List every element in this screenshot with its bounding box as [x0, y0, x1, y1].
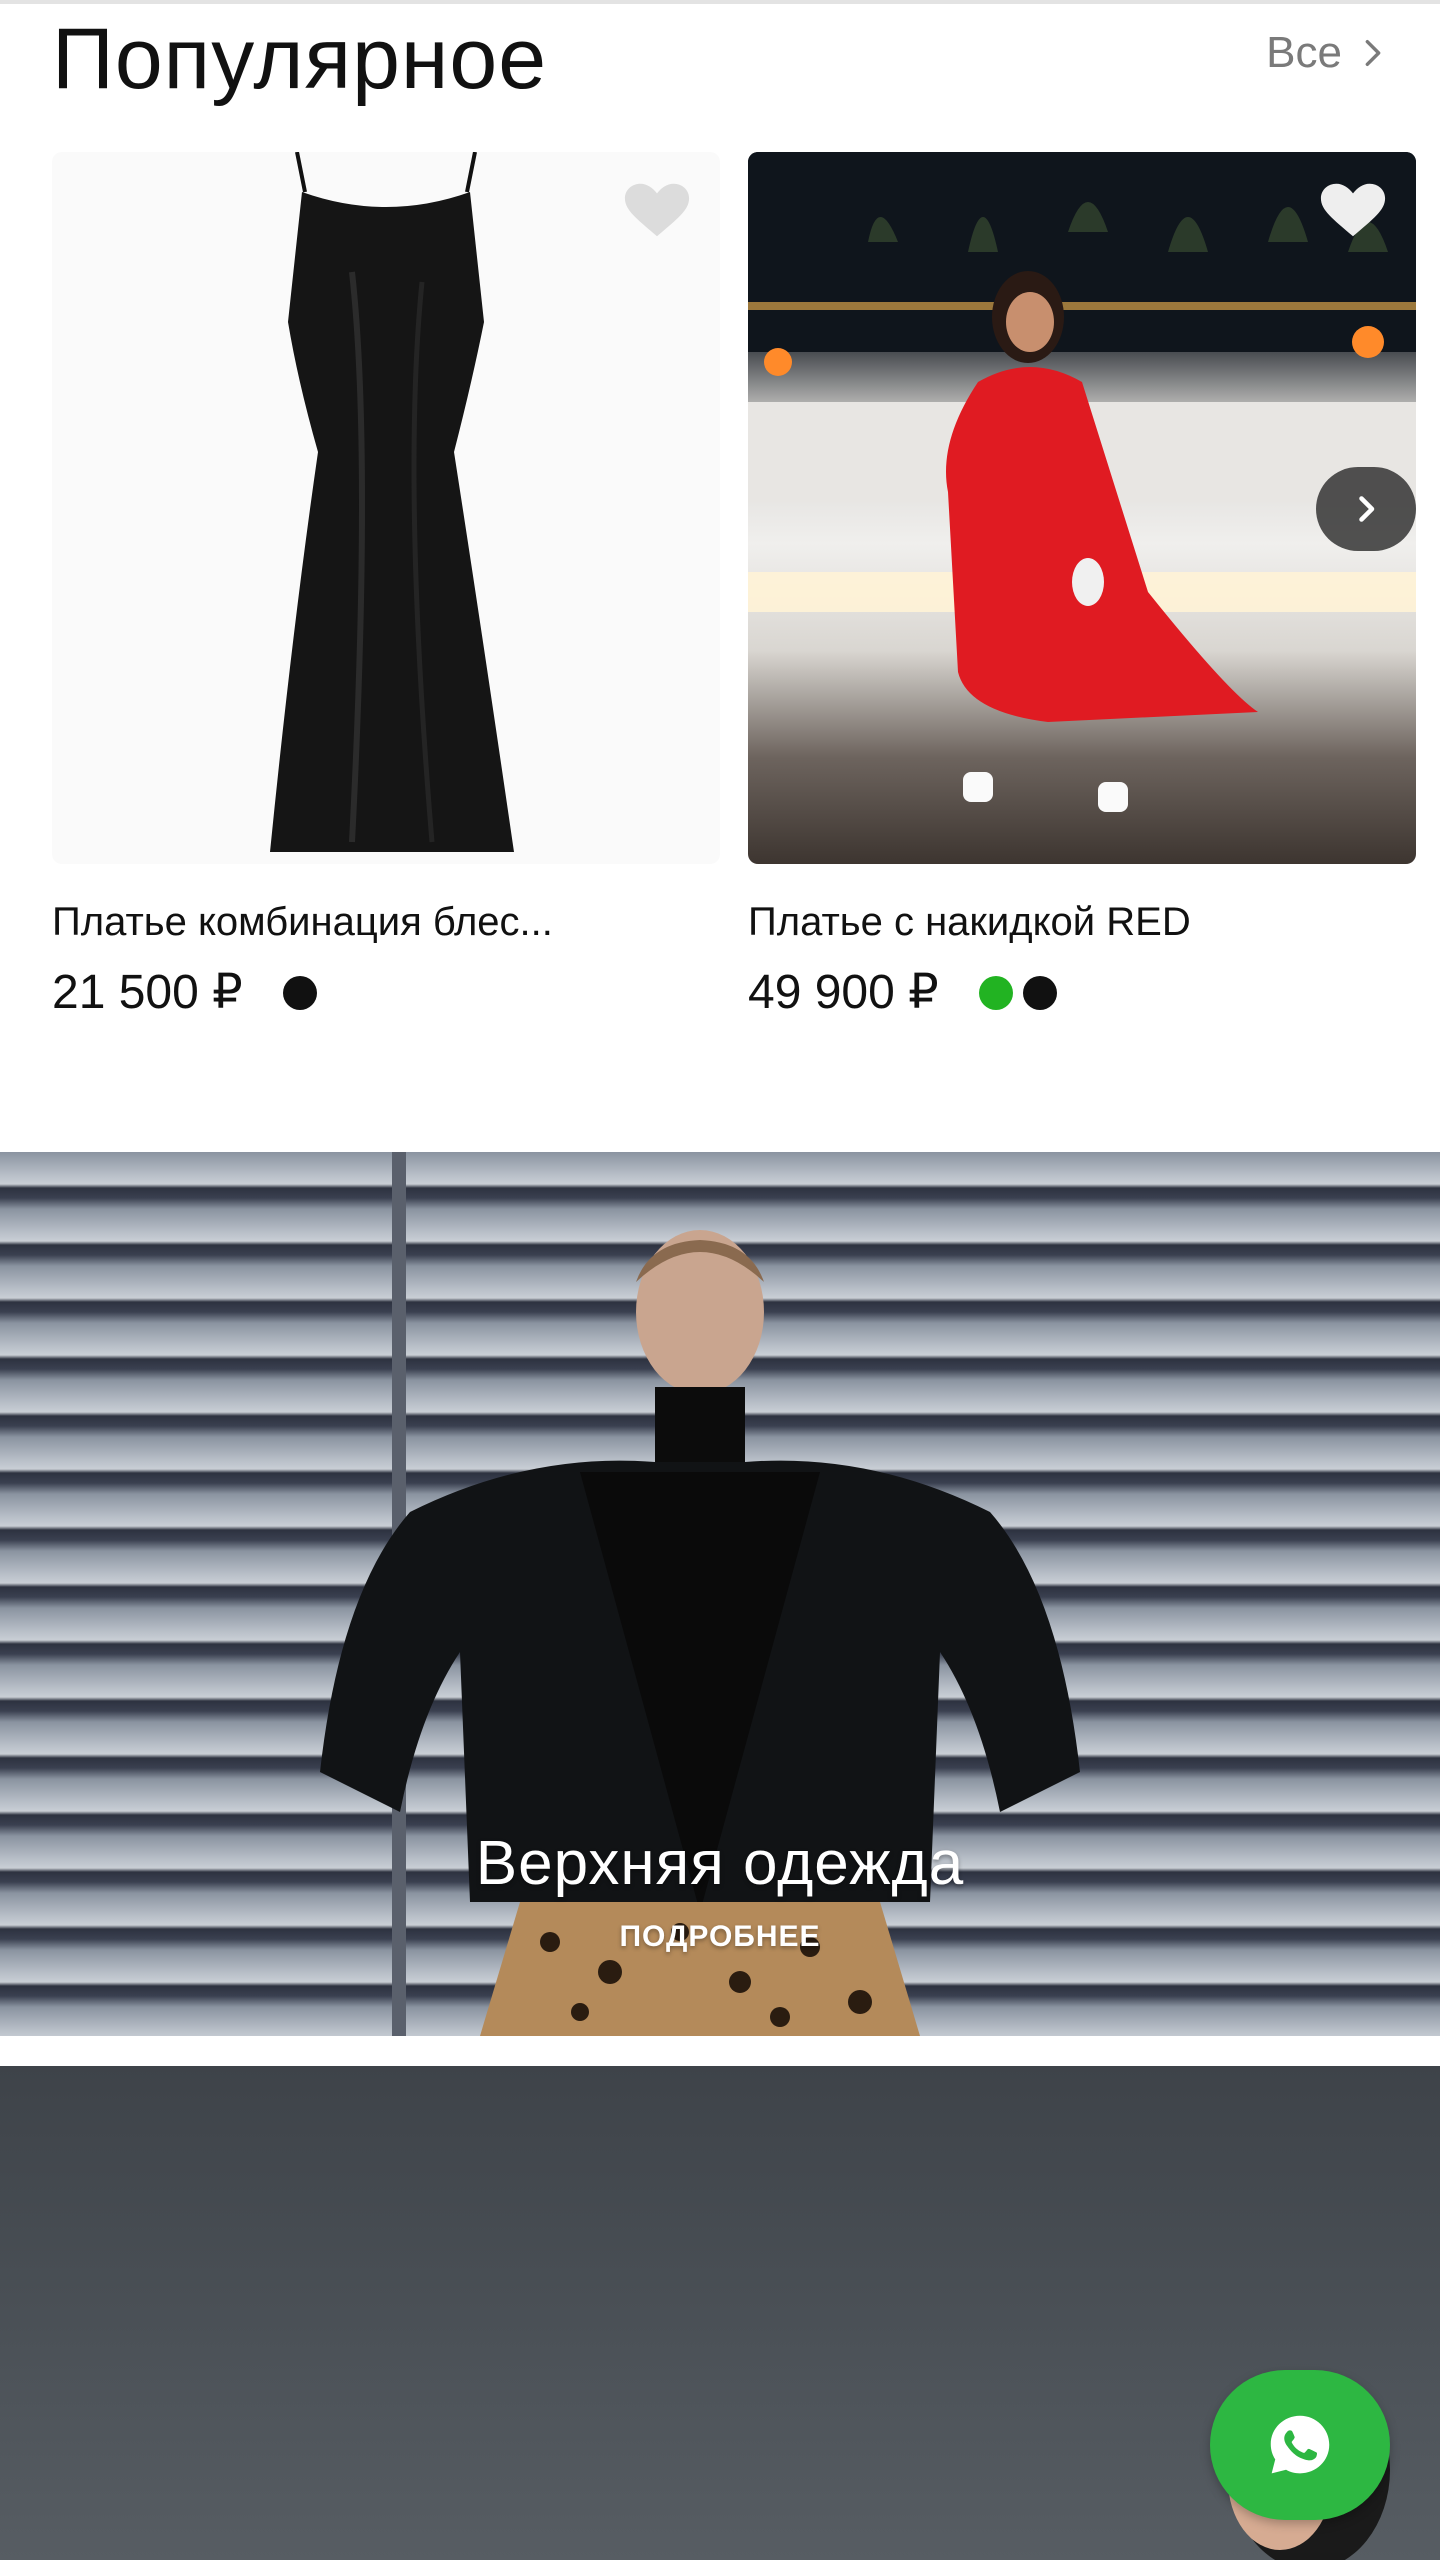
chevron-right-icon	[1359, 496, 1375, 522]
product-name[interactable]: Платье комбинация блес...	[52, 896, 720, 948]
outerwear-banner[interactable]	[0, 1152, 1440, 2036]
product-image[interactable]	[52, 152, 720, 864]
carousel-next-button[interactable]	[1316, 467, 1416, 551]
banner-model-image	[320, 1230, 1080, 2036]
price-row: 21 500 ₽	[52, 964, 317, 1022]
black-slip-dress-image	[270, 152, 514, 852]
product-name[interactable]: Платье с накидкой RED	[748, 896, 1416, 948]
color-swatch[interactable]	[978, 975, 1013, 1010]
chevron-right-icon	[1365, 39, 1381, 67]
product-price: 21 500 ₽	[52, 966, 243, 1019]
price-row: 49 900 ₽	[748, 964, 1057, 1022]
color-swatch[interactable]	[282, 975, 317, 1010]
color-swatches	[978, 975, 1057, 1010]
whatsapp-icon	[1270, 2415, 1330, 2474]
product-image[interactable]	[748, 152, 1416, 864]
product-card[interactable]: Платье комбинация блес... 21 500 ₽	[52, 152, 720, 1022]
see-all-link[interactable]: Все	[1266, 28, 1390, 78]
color-swatches	[282, 975, 317, 1010]
popular-section-header: Популярное Все	[0, 0, 1440, 130]
product-price: 49 900 ₽	[748, 966, 939, 1019]
see-all-label: Все	[1266, 28, 1342, 77]
banner-more-link[interactable]: ПОДРОБНЕЕ	[0, 1920, 1440, 1954]
banner-title: Верхняя одежда	[475, 1829, 965, 1898]
section-title: Популярное	[52, 11, 548, 107]
product-card[interactable]: Платье с накидкой RED 49 900 ₽	[748, 152, 1416, 1022]
whatsapp-button[interactable]	[1210, 2370, 1390, 2520]
heart-icon[interactable]	[622, 180, 692, 240]
color-swatch[interactable]	[1022, 975, 1057, 1010]
heart-icon[interactable]	[1318, 180, 1388, 240]
